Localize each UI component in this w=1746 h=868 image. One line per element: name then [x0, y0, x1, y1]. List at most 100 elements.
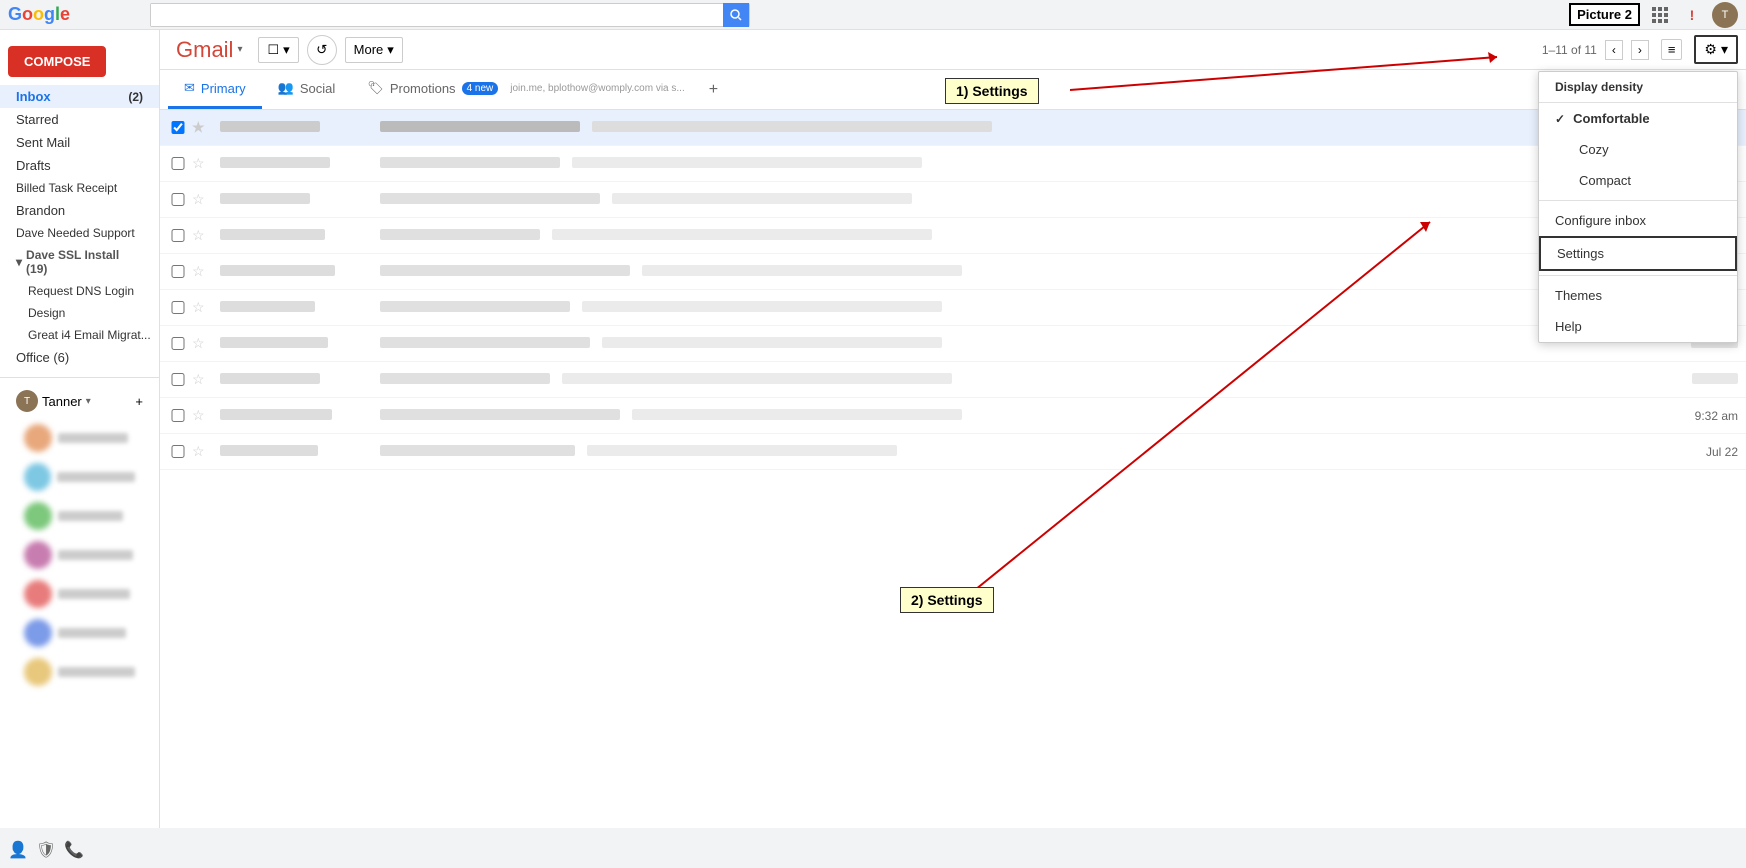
dave-ssl-label: Dave SSL Install (19) [26, 248, 143, 276]
chat-user-4[interactable] [16, 537, 143, 573]
promotions-badge: 4 new [462, 82, 499, 95]
star-icon[interactable]: ☆ [192, 227, 212, 244]
chat-user-3[interactable] [16, 498, 143, 534]
email-checkbox[interactable] [168, 373, 188, 386]
sidebar-item-drafts[interactable]: Drafts [0, 154, 159, 177]
add-tab-button[interactable]: + [701, 81, 726, 99]
chat-avatar-6 [24, 619, 52, 647]
sidebar-item-dave-ssl[interactable]: ▾ Dave SSL Install (19) [0, 244, 159, 280]
email-checkbox[interactable] [168, 157, 188, 170]
sidebar-item-billed[interactable]: Billed Task Receipt [0, 177, 159, 199]
configure-inbox-option[interactable]: Configure inbox [1539, 205, 1737, 236]
email-time-932: 9:32 am [1695, 409, 1738, 423]
more-button[interactable]: More ▾ [345, 37, 403, 63]
sidebar-item-brandon[interactable]: Brandon [0, 199, 159, 222]
table-row[interactable]: ☆ [160, 218, 1746, 254]
star-icon[interactable]: ☆ [192, 263, 212, 280]
settings-label: Settings [1557, 246, 1604, 261]
chat-user-2[interactable] [16, 459, 143, 495]
tab-promotions[interactable]: 🏷 Promotions 4 new join.me, bplothow@wom… [351, 70, 700, 109]
email-sender [220, 264, 380, 279]
comfortable-option[interactable]: ✓ Comfortable [1539, 103, 1737, 134]
promotions-icon: 🏷 [367, 80, 384, 96]
cozy-option[interactable]: Cozy [1539, 134, 1737, 165]
primary-icon: ✉ [184, 80, 195, 96]
gmail-caret[interactable]: ▾ [237, 44, 242, 55]
chat-user-1[interactable] [16, 420, 143, 456]
settings-option[interactable]: Settings [1539, 236, 1737, 271]
tanner-caret[interactable]: ▾ [86, 396, 91, 407]
sidebar-item-design[interactable]: Design [0, 302, 159, 324]
star-icon[interactable]: ☆ [192, 407, 212, 424]
table-row[interactable]: ★ [160, 110, 1746, 146]
compact-option[interactable]: Compact [1539, 165, 1737, 196]
dropdown-divider-2 [1539, 275, 1737, 276]
compose-button[interactable]: COMPOSE [8, 46, 106, 77]
email-checkbox[interactable] [168, 121, 188, 134]
star-icon[interactable]: ☆ [192, 335, 212, 352]
chat-name-3 [58, 511, 123, 521]
chat-avatar-7 [24, 658, 52, 686]
email-checkbox[interactable] [168, 445, 188, 458]
table-row[interactable]: ☆ Jul 22 [160, 434, 1746, 470]
sidebar-item-dave-support[interactable]: Dave Needed Support [0, 222, 159, 244]
email-checkbox[interactable] [168, 229, 188, 242]
user-avatar[interactable]: T [1712, 2, 1738, 28]
star-icon[interactable]: ☆ [192, 191, 212, 208]
sidebar-item-inbox[interactable]: Inbox (2) [0, 85, 159, 108]
design-label: Design [28, 306, 65, 320]
prev-page-button[interactable]: ‹ [1605, 40, 1623, 60]
apps-icon[interactable] [1648, 3, 1672, 27]
tab-primary[interactable]: ✉ Primary [168, 70, 262, 109]
checkbox-icon: ☐ [267, 42, 279, 58]
star-icon[interactable]: ☆ [192, 371, 212, 388]
email-checkbox[interactable] [168, 301, 188, 314]
tab-social[interactable]: 👥 Social [262, 70, 352, 109]
list-view-button[interactable]: ≡ [1661, 39, 1683, 60]
table-row[interactable]: ☆ [160, 182, 1746, 218]
sent-label: Sent Mail [16, 135, 70, 150]
help-option[interactable]: Help [1539, 311, 1737, 342]
sidebar-item-starred[interactable]: Starred [0, 108, 159, 131]
email-subject [380, 300, 1686, 315]
email-subject [380, 156, 1685, 171]
email-sender [220, 372, 380, 387]
email-checkbox[interactable] [168, 193, 188, 206]
grid-icon [1652, 7, 1668, 23]
add-chat-icon[interactable]: + [135, 394, 143, 409]
themes-option[interactable]: Themes [1539, 280, 1737, 311]
email-sender [220, 120, 380, 135]
chat-user-5[interactable] [16, 576, 143, 612]
table-row[interactable]: ☆ [160, 146, 1746, 182]
notifications-icon[interactable]: ! [1680, 3, 1704, 27]
dave-support-label: Dave Needed Support [16, 226, 135, 240]
table-row[interactable]: ☆ [160, 290, 1746, 326]
search-button[interactable] [723, 3, 749, 27]
configure-inbox-label: Configure inbox [1555, 213, 1646, 228]
great-i4-label: Great i4 Email Migrat... [28, 328, 151, 342]
email-checkbox[interactable] [168, 337, 188, 350]
search-input[interactable] [151, 4, 723, 26]
table-row[interactable]: ☆ [160, 254, 1746, 290]
next-page-button[interactable]: › [1631, 40, 1649, 60]
top-bar: Google Picture 2 ! T [0, 0, 1746, 30]
sidebar-item-request-dns[interactable]: Request DNS Login [0, 280, 159, 302]
table-row[interactable]: ☆ [160, 326, 1746, 362]
table-row[interactable]: ☆ 9:32 am [160, 398, 1746, 434]
table-row[interactable]: ☆ [160, 362, 1746, 398]
chat-user-6[interactable] [16, 615, 143, 651]
sidebar-item-office[interactable]: Office (6) [0, 346, 159, 369]
star-icon[interactable]: ★ [192, 119, 212, 136]
sidebar-item-sent[interactable]: Sent Mail [0, 131, 159, 154]
star-icon[interactable]: ☆ [192, 443, 212, 460]
sidebar-item-great-i4[interactable]: Great i4 Email Migrat... [0, 324, 159, 346]
email-checkbox[interactable] [168, 409, 188, 422]
email-checkbox[interactable] [168, 265, 188, 278]
star-icon[interactable]: ☆ [192, 299, 212, 316]
refresh-button[interactable]: ↺ [307, 35, 337, 65]
dropdown-divider-1 [1539, 200, 1737, 201]
settings-gear-button[interactable]: ⚙ ▾ [1694, 35, 1738, 64]
chat-user-7[interactable] [16, 654, 143, 690]
star-icon[interactable]: ☆ [192, 155, 212, 172]
checkbox-dropdown[interactable]: ☐ ▾ [258, 37, 298, 63]
